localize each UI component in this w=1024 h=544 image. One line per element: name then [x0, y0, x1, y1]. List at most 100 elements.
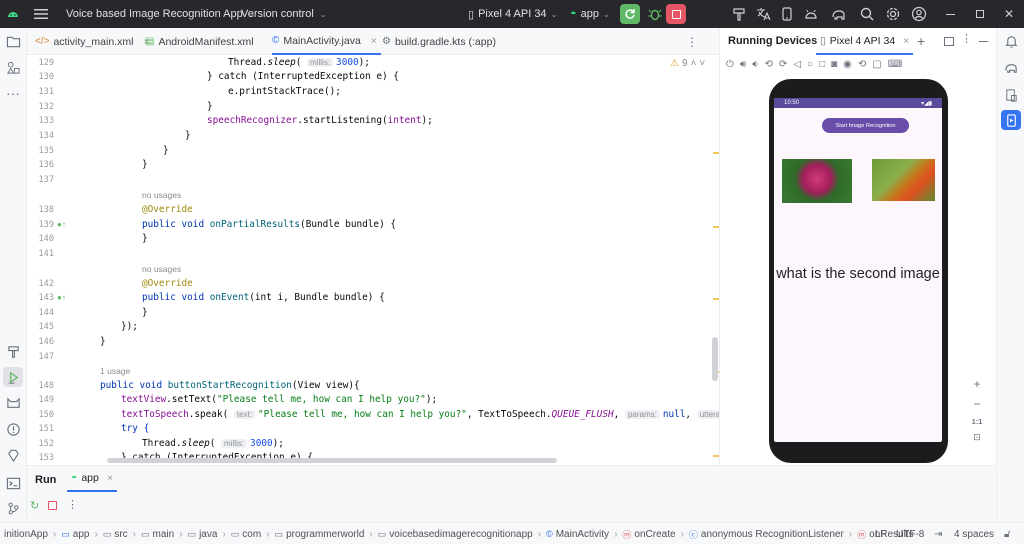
usages-hint[interactable]: no usages	[142, 264, 181, 274]
vertical-scrollbar-thumb[interactable]	[712, 337, 718, 381]
breadcrumb-item[interactable]: main	[153, 529, 175, 540]
breadcrumb-item[interactable]: initionApp	[4, 529, 48, 540]
account-button[interactable]	[908, 0, 930, 28]
device-tab[interactable]: ▯ Pixel 4 API 34 ×	[816, 28, 914, 55]
translate-button[interactable]	[752, 0, 774, 28]
sdk-manager-button[interactable]	[800, 0, 822, 28]
zoom-actual-size[interactable]: 1:1	[972, 417, 983, 426]
run-config-selector[interactable]: ◓ app ⌄	[570, 0, 610, 28]
breadcrumb-item-icon: ▭	[377, 528, 387, 539]
start-recognition-button[interactable]: Start Image Recognition	[822, 118, 909, 133]
version-control-menu[interactable]: Version control ⌄	[241, 0, 326, 28]
breadcrumb-item-icon: ▭	[187, 528, 197, 539]
breadcrumb-item[interactable]: MainActivity	[556, 529, 609, 540]
more-tabs-icon[interactable]: ⋮	[686, 35, 698, 49]
notifications-button[interactable]	[1002, 32, 1020, 50]
run-tool-button[interactable]	[3, 367, 23, 387]
breadcrumb-item[interactable]: src	[114, 529, 127, 540]
project-selector[interactable]: Voice based Image Recognition App ⌄	[66, 0, 255, 28]
problems-tool-button[interactable]	[4, 420, 22, 438]
device-explorer-button[interactable]	[1002, 86, 1020, 104]
app-quality-button[interactable]	[4, 446, 22, 464]
lock-icon[interactable]: 🔓︎	[1004, 523, 1010, 544]
line-ending[interactable]: LF	[875, 523, 887, 544]
volume-up-icon[interactable]: 🔊︎	[740, 59, 746, 73]
code-line-149: textView.setText("Please tell me, how ca…	[121, 394, 438, 405]
screenshot-icon[interactable]: ◙	[831, 59, 837, 73]
horizontal-scrollbar-thumb[interactable]	[107, 458, 557, 463]
search-button[interactable]	[856, 0, 878, 28]
stop-button[interactable]	[666, 0, 686, 28]
rerun-icon[interactable]: ↻	[30, 499, 39, 512]
logcat-tool-button[interactable]	[4, 394, 22, 412]
usages-hint[interactable]: 1 usage	[100, 366, 130, 376]
override-icon[interactable]: ●↑	[57, 293, 66, 302]
zoom-out-icon[interactable]: −	[973, 397, 980, 411]
tab-main-activity[interactable]: © MainActivity.java ×	[272, 28, 381, 55]
usages-hint[interactable]: no usages	[142, 190, 181, 200]
tab-android-manifest[interactable]: ▤ AndroidManifest.xml	[145, 28, 254, 55]
close-icon[interactable]: ×	[371, 35, 377, 47]
breadcrumb-item[interactable]: onCreate	[634, 529, 675, 540]
running-devices-button[interactable]	[1001, 110, 1021, 130]
close-icon[interactable]: ×	[107, 472, 113, 484]
breadcrumb-item[interactable]: programmerworld	[286, 529, 364, 540]
run-config-label: app	[580, 8, 600, 20]
code-editor[interactable]: 129 130 131 132 133 134 135 136 137 138 139 140 141 1…	[27, 55, 719, 465]
more-options-icon[interactable]: ⋮	[67, 498, 78, 511]
project-tool-button[interactable]	[4, 32, 22, 50]
breadcrumb-item-icon: ⓒ	[688, 529, 698, 540]
debug-button[interactable]	[644, 0, 666, 28]
add-device-button[interactable]: +	[917, 33, 925, 49]
settings-button[interactable]	[882, 0, 904, 28]
gemini-button[interactable]	[1002, 58, 1020, 76]
sync-button[interactable]	[828, 0, 850, 28]
terminal-tool-button[interactable]	[4, 474, 22, 492]
breadcrumb-item[interactable]: app	[73, 529, 90, 540]
snapshot-icon[interactable]: ⟲	[858, 59, 866, 73]
inspection-widget[interactable]: ⚠ 9 ˄ ˅	[670, 58, 705, 69]
main-menu-icon[interactable]	[34, 0, 48, 28]
breadcrumb-item[interactable]: java	[199, 529, 217, 540]
android-config-icon: ◓	[570, 8, 577, 20]
version-control-tool-button[interactable]	[4, 499, 22, 517]
resource-manager-button[interactable]	[4, 58, 22, 76]
device-frame-icon[interactable]: ▢	[872, 59, 881, 73]
breadcrumb-item[interactable]: com	[242, 529, 261, 540]
rotate-right-icon[interactable]: ⟳	[779, 59, 787, 73]
stop-icon[interactable]	[48, 501, 57, 510]
tab-activity-main[interactable]: </> activity_main.xml ×	[35, 28, 150, 55]
rotate-left-icon[interactable]: ⟲	[765, 59, 773, 73]
override-icon[interactable]: ●↑	[57, 220, 66, 229]
panel-title: Running Devices	[728, 35, 818, 47]
power-icon[interactable]: ⏻	[726, 59, 734, 73]
keyboard-icon[interactable]: ⌨	[888, 59, 902, 73]
layout-icon[interactable]	[944, 37, 954, 46]
zoom-fit-icon[interactable]: ⊡	[973, 432, 981, 443]
phone-screen[interactable]: 10:50 ▾◢▮ Start Image Recognition what i…	[774, 98, 942, 442]
restore-button[interactable]	[976, 0, 984, 28]
close-button[interactable]: ✕	[1004, 0, 1014, 28]
screen-record-icon[interactable]: ◉	[843, 59, 852, 73]
indent-setting[interactable]: 4 spaces	[954, 523, 994, 544]
overview-icon[interactable]: □	[819, 59, 825, 73]
tab-build-gradle[interactable]: ⚙ build.gradle.kts (:app)	[382, 28, 496, 55]
minimize-button[interactable]	[946, 0, 955, 28]
breadcrumb-item[interactable]: anonymous RecognitionListener	[701, 529, 844, 540]
device-manager-button[interactable]	[776, 0, 798, 28]
back-icon[interactable]: ◁	[793, 59, 801, 73]
file-encoding[interactable]: UTF-8	[896, 523, 924, 544]
home-icon[interactable]: ○	[807, 59, 813, 73]
rerun-button[interactable]	[620, 0, 640, 28]
zoom-in-icon[interactable]: +	[973, 377, 980, 391]
run-config-tab[interactable]: ◓ app ×	[67, 466, 118, 492]
breadcrumb-item[interactable]: voicebasedimagerecognitionapp	[389, 529, 532, 540]
more-tools-button[interactable]: ···	[4, 84, 22, 102]
more-options-icon[interactable]: ⋮	[961, 32, 972, 45]
hide-panel-icon[interactable]	[979, 41, 988, 42]
device-selector[interactable]: ▯ Pixel 4 API 34 ⌄	[468, 0, 557, 28]
build-tool-button[interactable]	[4, 342, 22, 360]
close-icon[interactable]: ×	[903, 35, 909, 47]
volume-down-icon[interactable]: 🔉︎	[752, 59, 758, 73]
ai-assistant-button[interactable]	[728, 0, 750, 28]
